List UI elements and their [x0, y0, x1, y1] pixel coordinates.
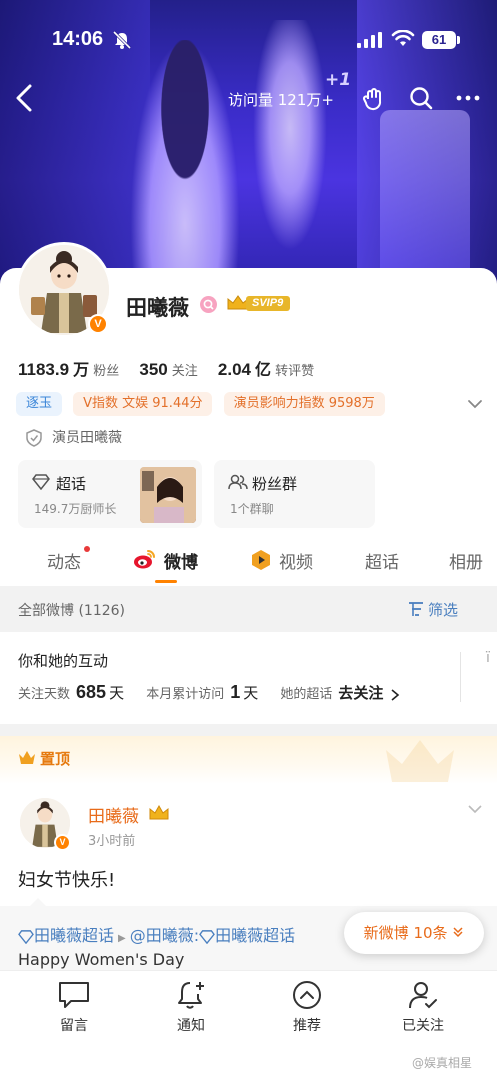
- section-gap: [0, 724, 497, 736]
- avatar[interactable]: V: [16, 242, 112, 338]
- search-icon[interactable]: [407, 84, 435, 112]
- fan-badge-icon[interactable]: [200, 296, 217, 313]
- post-verified-icon: V: [54, 834, 71, 851]
- support-hand-icon[interactable]: [360, 84, 388, 112]
- tag-v-index[interactable]: V指数 文娱 91.44分: [73, 392, 213, 416]
- back-arrow-icon[interactable]: [10, 80, 40, 116]
- repost-source: 田曦薇超话 ▶ @田曦薇: 田曦薇超话: [18, 922, 295, 946]
- feed-subheader: 全部微博 (1126) 筛选: [0, 586, 497, 632]
- tab-weibo[interactable]: 微博: [164, 548, 198, 573]
- visit-plus-one: +1: [325, 70, 352, 90]
- repost-caret: [30, 898, 46, 906]
- message-icon: [59, 982, 89, 1008]
- signal-icon: [357, 32, 382, 48]
- diamond-icon: [32, 474, 50, 490]
- active-tab-indicator: [155, 580, 177, 583]
- weibo-logo-icon: [134, 550, 155, 569]
- pinned-label: 置顶: [40, 750, 71, 768]
- bell-plus-icon: [178, 982, 204, 1009]
- tab-super-topic[interactable]: 超话: [365, 548, 399, 573]
- svip-level: SVIP9: [246, 296, 291, 311]
- status-bar: 14:06 61: [0, 22, 497, 58]
- tag-influence-index[interactable]: 演员影响力指数 9598万: [223, 392, 385, 416]
- recommend-button[interactable]: 推荐: [267, 979, 347, 1035]
- status-time: 14:06: [52, 28, 104, 50]
- pinned-header: 置顶: [0, 736, 497, 784]
- battery-icon: 61: [422, 31, 456, 49]
- pinned-crown-icon: [19, 751, 35, 764]
- post-author[interactable]: 田曦薇: [88, 802, 139, 827]
- super-topic-sub: 149.7万厨师长: [34, 502, 117, 516]
- super-topic-diamond-icon: [18, 929, 34, 944]
- interaction-title: 你和她的互动: [18, 652, 109, 670]
- post-text: 妇女节快乐!: [18, 870, 116, 891]
- post-menu-chevron-icon[interactable]: [466, 802, 484, 816]
- stat-following[interactable]: 350 关注: [139, 360, 197, 380]
- tab-dynamics[interactable]: 动态: [47, 548, 81, 573]
- followed-button[interactable]: 已关注: [383, 979, 463, 1035]
- repost-user-link[interactable]: @田曦薇:: [130, 926, 199, 945]
- tag-drama[interactable]: 逐玉: [16, 392, 63, 416]
- cover-light: [380, 110, 470, 280]
- interaction-card[interactable]: 你和她的互动 关注天数 685 天 本月累计访问 1 天 她的超话 去关注 ï: [0, 632, 497, 724]
- next-card-peek: ï: [486, 650, 490, 666]
- stat-followers[interactable]: 1183.9 万 粉丝: [18, 356, 119, 380]
- tab-video[interactable]: 视频: [279, 548, 313, 573]
- fan-group-sub: 1个群聊: [230, 502, 274, 516]
- profile-tags: 逐玉 V指数 文娱 91.44分 演员影响力指数 9598万: [16, 392, 391, 416]
- fan-group-title: 粉丝群: [252, 475, 298, 493]
- profile-stats: 1183.9 万 粉丝 350 关注 2.04 亿 转评赞: [18, 356, 330, 380]
- verification-text: 演员田曦薇: [52, 430, 122, 446]
- post-time: 3小时前: [88, 834, 136, 849]
- chevron-right-icon: [391, 688, 399, 701]
- super-topic-diamond-icon-2: [199, 929, 216, 944]
- video-icon: [252, 550, 270, 570]
- fan-group-tile[interactable]: 粉丝群 1个群聊: [214, 460, 375, 528]
- follow-super-topic-link[interactable]: 去关注: [338, 684, 383, 702]
- profile-name: 田曦薇: [126, 296, 189, 320]
- tab-album[interactable]: 相册: [449, 548, 483, 573]
- repost-topic-link[interactable]: 田曦薇超话: [34, 926, 114, 945]
- super-topic-title: 超话: [56, 475, 87, 493]
- cover-figure-1: [130, 40, 240, 270]
- user-check-icon: [409, 982, 437, 1009]
- double-chevron-down-icon: [453, 927, 463, 938]
- stat-interactions: 2.04 亿 转评赞: [217, 360, 315, 379]
- card-divider: [460, 652, 461, 702]
- all-posts-count[interactable]: 全部微博 (1126): [18, 600, 125, 620]
- repost-topic-link-2[interactable]: 田曦薇超话: [215, 926, 295, 945]
- super-topic-tile[interactable]: 超话 149.7万厨师长: [18, 460, 202, 528]
- shield-icon: [26, 429, 42, 447]
- top-nav: 访问量 121万+ +1: [0, 70, 497, 120]
- verification-line: 演员田曦薇: [26, 428, 122, 448]
- message-button[interactable]: 留言: [34, 979, 114, 1035]
- more-dots-icon[interactable]: [454, 84, 482, 112]
- visit-count: 访问量 121万+: [228, 91, 334, 109]
- super-topic-thumbnail: [140, 467, 196, 523]
- bottom-action-bar: 留言 通知 推荐 已关注: [0, 970, 497, 1040]
- repost-text: Happy Women's Day: [18, 950, 185, 969]
- wifi-icon: [391, 30, 415, 46]
- expand-chevron-icon[interactable]: [466, 395, 484, 413]
- interaction-stats: 关注天数 685 天 本月累计访问 1 天 她的超话 去关注: [18, 682, 400, 703]
- notify-button[interactable]: 通知: [151, 979, 231, 1035]
- pinned-crown-decoration: [386, 740, 454, 782]
- filter-button[interactable]: 筛选: [428, 599, 458, 620]
- new-posts-button[interactable]: 新微博 10条: [344, 912, 484, 954]
- battery-tip: [457, 36, 460, 44]
- author-crown-icon: [149, 804, 169, 820]
- watermark: @娱真相星: [412, 1056, 473, 1070]
- tab-dynamics-red-dot: [84, 546, 90, 552]
- profile-tabs: 动态 微博 视频 超话 相册: [0, 536, 497, 586]
- circle-chevron-up-icon: [293, 981, 321, 1009]
- verified-v-icon: V: [88, 314, 108, 334]
- mute-bell-icon: [112, 31, 132, 49]
- filter-icon[interactable]: [408, 601, 426, 617]
- group-people-icon: [228, 474, 248, 490]
